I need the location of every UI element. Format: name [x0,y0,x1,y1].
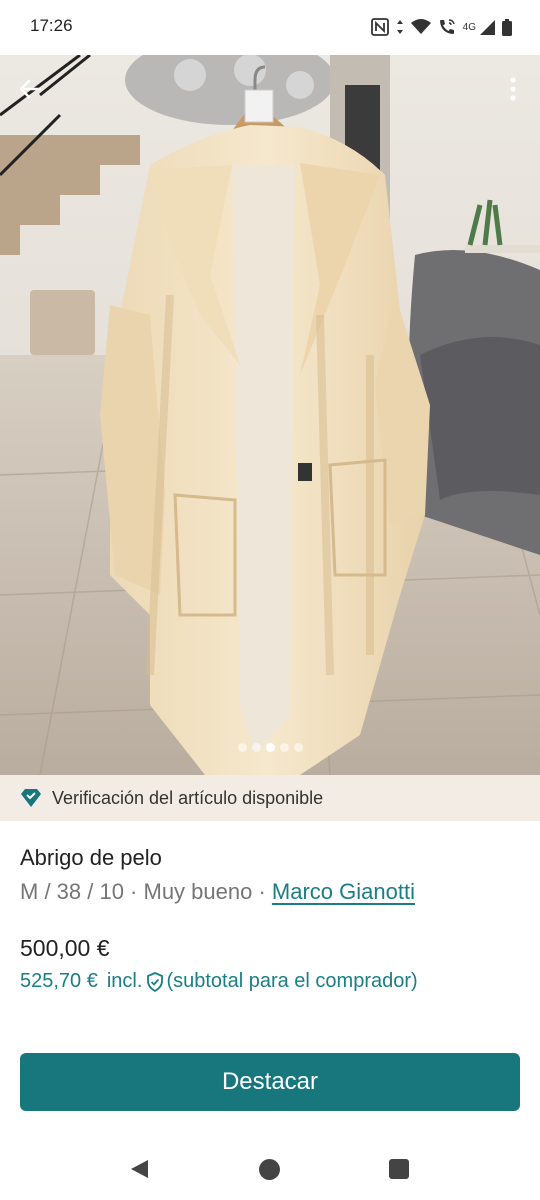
carousel-dot[interactable] [237,743,247,752]
battery-icon [502,18,512,36]
wifi-call-icon [438,18,456,36]
more-vert-icon [510,77,516,101]
back-arrow-icon [19,79,42,99]
nav-back-icon[interactable] [128,1158,150,1185]
verification-banner[interactable]: Verificación del artículo disponible [0,775,540,821]
wifi-icon [410,19,431,35]
status-bar: 17:26 4G [0,0,540,55]
system-nav-bar [0,1140,540,1200]
diamond-icon [21,789,41,807]
nav-recents-icon[interactable] [389,1159,409,1184]
item-price: 500,00 € [20,935,110,961]
network-type-label: 4G [462,21,476,33]
buyer-incl-label: incl. [106,970,143,992]
buyer-price-row[interactable]: 525,70 € incl. (subtotal para el comprad… [20,970,418,993]
item-size-condition: M / 38 / 10 · Muy bueno · [20,879,272,904]
item-title: Abrigo de pelo [20,845,162,870]
shield-check-icon [147,971,164,992]
status-icons: 4G [370,18,512,36]
buyer-price: 525,70 € [20,970,98,992]
carousel-dot[interactable] [251,743,261,752]
buyer-price-note: (subtotal para el comprador) [166,970,418,992]
data-arrows-icon [396,19,404,35]
back-button[interactable] [12,71,48,107]
nav-home-icon[interactable] [258,1158,281,1186]
verification-text: Verificación del artículo disponible [52,787,324,808]
more-options-button[interactable] [498,71,528,107]
promote-button[interactable]: Destacar [20,1053,520,1111]
carousel-dot[interactable] [293,743,303,752]
item-details: M / 38 / 10 · Muy bueno · Marco Gianotti [20,879,415,905]
carousel-dot-active[interactable] [265,743,275,752]
nfc-icon [370,18,389,36]
carousel-dot[interactable] [279,743,289,752]
signal-icon [479,19,495,35]
status-time: 17:26 [30,16,73,35]
coat-photo [0,55,540,775]
carousel-indicator [0,743,540,752]
item-photo-carousel[interactable] [0,55,540,775]
brand-link[interactable]: Marco Gianotti [272,879,415,904]
